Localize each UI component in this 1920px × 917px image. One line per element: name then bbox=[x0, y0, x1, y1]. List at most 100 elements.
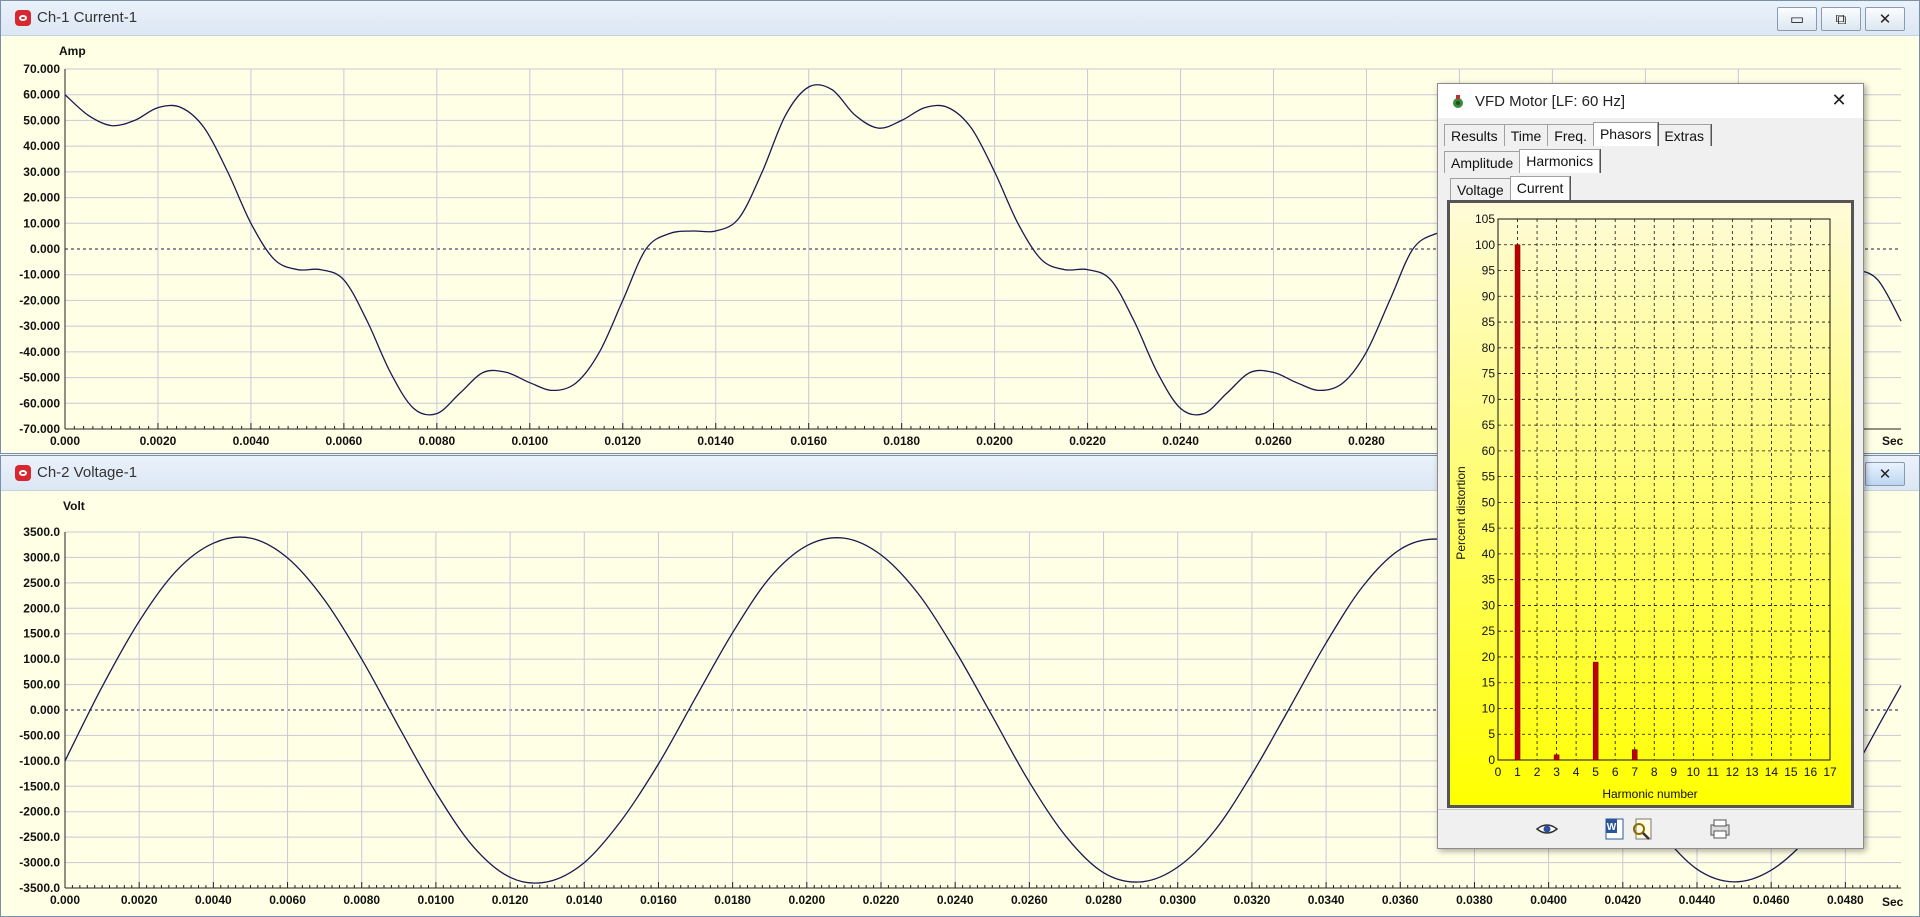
x-tick-label: 0.0060 bbox=[269, 893, 306, 907]
harm-y-tick-label: 35 bbox=[1482, 573, 1496, 587]
x-tick-label: 0.0480 bbox=[1827, 893, 1864, 907]
motor-icon bbox=[1453, 95, 1463, 108]
app-logo-icon bbox=[15, 465, 31, 481]
y-tick-label: -1000.0 bbox=[19, 754, 60, 768]
tab-freq[interactable]: Freq. bbox=[1547, 124, 1594, 146]
x-tick-label: 0.0360 bbox=[1382, 893, 1419, 907]
x-tick-label: 0.000 bbox=[50, 434, 80, 448]
tab-harmonics[interactable]: Harmonics bbox=[1519, 149, 1601, 173]
y-tick-label: -60.000 bbox=[19, 396, 60, 410]
ch2-unit-label: Volt bbox=[63, 499, 85, 513]
y-tick-label: -30.000 bbox=[19, 319, 60, 333]
dialog-close-button[interactable]: ✕ bbox=[1827, 89, 1851, 113]
harm-y-tick-label: 85 bbox=[1482, 315, 1496, 329]
ch1-titlebar[interactable]: Ch-1 Current-1 ▭ ⧉ ✕ bbox=[1, 1, 1919, 36]
tab-current[interactable]: Current bbox=[1509, 176, 1571, 200]
harm-y-tick-label: 105 bbox=[1475, 212, 1495, 226]
x-tick-label: 0.0400 bbox=[1530, 893, 1567, 907]
x-tick-label: 0.0100 bbox=[418, 893, 455, 907]
x-tick-label: 0.0120 bbox=[604, 434, 641, 448]
y-tick-label: 10.000 bbox=[23, 216, 60, 230]
harm-x-tick-label: 7 bbox=[1631, 765, 1638, 779]
harm-x-tick-label: 13 bbox=[1745, 765, 1759, 779]
x-tick-label: 0.0100 bbox=[511, 434, 548, 448]
x-tick-label: 0.0160 bbox=[790, 434, 827, 448]
y-tick-label: -40.000 bbox=[19, 345, 60, 359]
eye-icon[interactable] bbox=[1535, 817, 1559, 841]
harm-x-tick-label: 3 bbox=[1553, 765, 1560, 779]
harmonics-bar-chart[interactable]: Harmonic number Percent distortion 0 5 10 1… bbox=[1450, 203, 1851, 805]
y-tick-label: 60.000 bbox=[23, 88, 60, 102]
restore-button[interactable]: ⧉ bbox=[1821, 7, 1861, 31]
y-tick-label: 50.000 bbox=[23, 113, 60, 127]
harm-x-tick-label: 0 bbox=[1495, 765, 1502, 779]
harm-y-tick-label: 55 bbox=[1482, 470, 1496, 484]
x-tick-label: 0.0220 bbox=[863, 893, 900, 907]
x-tick-label: 0.0300 bbox=[1159, 893, 1196, 907]
harm-y-tick-label: 90 bbox=[1482, 289, 1496, 303]
tab-amplitude[interactable]: Amplitude bbox=[1444, 151, 1521, 173]
x-tick-label: 0.0460 bbox=[1753, 893, 1790, 907]
y-tick-label: -1500.0 bbox=[19, 779, 60, 793]
harmonics-chart-frame: Harmonic number Percent distortion 0 5 10 1… bbox=[1447, 200, 1854, 808]
sub-tab-row: Amplitude Harmonics bbox=[1444, 149, 1601, 175]
ch1-window-title: Ch-1 Current-1 bbox=[37, 9, 138, 26]
harm-y-tick-label: 20 bbox=[1482, 650, 1496, 664]
y-tick-label: -500.00 bbox=[19, 728, 60, 742]
y-tick-label: 1000.0 bbox=[23, 652, 60, 666]
harm-x-tick-label: 11 bbox=[1707, 765, 1720, 779]
close-button[interactable]: ✕ bbox=[1865, 462, 1905, 486]
x-tick-label: 0.0020 bbox=[140, 434, 177, 448]
ch2-window-title: Ch-2 Voltage-1 bbox=[37, 464, 138, 481]
harm-y-tick-label: 15 bbox=[1482, 676, 1496, 690]
tab-time[interactable]: Time bbox=[1503, 124, 1549, 146]
harm-y-tick-label: 70 bbox=[1482, 392, 1496, 406]
harmonics-dialog: VFD Motor [LF: 60 Hz] ✕ Results Time Fre… bbox=[1437, 83, 1864, 849]
tab-phasors[interactable]: Phasors bbox=[1592, 122, 1659, 146]
close-button[interactable]: ✕ bbox=[1865, 7, 1905, 31]
x-tick-label: 0.0280 bbox=[1348, 434, 1385, 448]
y-tick-label: 3500.0 bbox=[23, 525, 60, 539]
y-tick-label: -3000.0 bbox=[19, 856, 60, 870]
x-tick-label: 0.0420 bbox=[1604, 893, 1641, 907]
harm-y-tick-label: 5 bbox=[1488, 727, 1495, 741]
x-tick-label: 0.0260 bbox=[1255, 434, 1292, 448]
y-tick-label: 500.00 bbox=[23, 678, 60, 692]
harm-x-tick-label: 4 bbox=[1573, 765, 1580, 779]
x-tick-label: 0.0140 bbox=[566, 893, 603, 907]
harmonic-bar bbox=[1553, 754, 1560, 761]
word-export-icon[interactable]: W bbox=[1603, 817, 1627, 841]
harm-x-tick-label: 9 bbox=[1670, 765, 1677, 779]
y-tick-label: 2000.0 bbox=[23, 601, 60, 615]
harm-x-tick-label: 2 bbox=[1534, 765, 1541, 779]
x-tick-label: 0.0120 bbox=[492, 893, 529, 907]
harm-y-axis-label: Percent distortion bbox=[1454, 466, 1468, 559]
minimize-button[interactable]: ▭ bbox=[1777, 7, 1817, 31]
harm-y-tick-label: 45 bbox=[1482, 521, 1496, 535]
x-tick-label: 0.0240 bbox=[937, 893, 974, 907]
ch1-x-unit-label: Sec bbox=[1882, 434, 1904, 448]
x-tick-label: 0.0080 bbox=[418, 434, 455, 448]
tab-extras[interactable]: Extras bbox=[1657, 124, 1712, 146]
harm-x-tick-label: 6 bbox=[1612, 765, 1619, 779]
dialog-titlebar[interactable]: VFD Motor [LF: 60 Hz] ✕ bbox=[1438, 84, 1863, 118]
print-icon[interactable] bbox=[1708, 817, 1732, 841]
x-tick-label: 0.0440 bbox=[1679, 893, 1716, 907]
svg-text:W: W bbox=[1607, 822, 1617, 833]
harm-y-tick-label: 100 bbox=[1475, 238, 1495, 252]
harm-y-tick-label: 50 bbox=[1482, 495, 1496, 509]
ch1-unit-label: Amp bbox=[59, 44, 86, 58]
harm-y-tick-label: 95 bbox=[1482, 264, 1496, 278]
tab-results[interactable]: Results bbox=[1444, 124, 1505, 146]
harm-x-tick-label: 5 bbox=[1592, 765, 1599, 779]
harm-x-tick-label: 12 bbox=[1726, 765, 1740, 779]
edit-icon[interactable] bbox=[1630, 817, 1654, 841]
y-tick-label: 0.000 bbox=[30, 703, 60, 717]
tab-voltage[interactable]: Voltage bbox=[1450, 178, 1511, 200]
harmonic-bar bbox=[1631, 749, 1638, 761]
x-tick-label: 0.0240 bbox=[1162, 434, 1199, 448]
app-logo-icon bbox=[15, 10, 31, 26]
y-tick-label: -50.000 bbox=[19, 371, 60, 385]
harm-x-tick-label: 17 bbox=[1823, 765, 1837, 779]
x-tick-label: 0.0340 bbox=[1308, 893, 1345, 907]
